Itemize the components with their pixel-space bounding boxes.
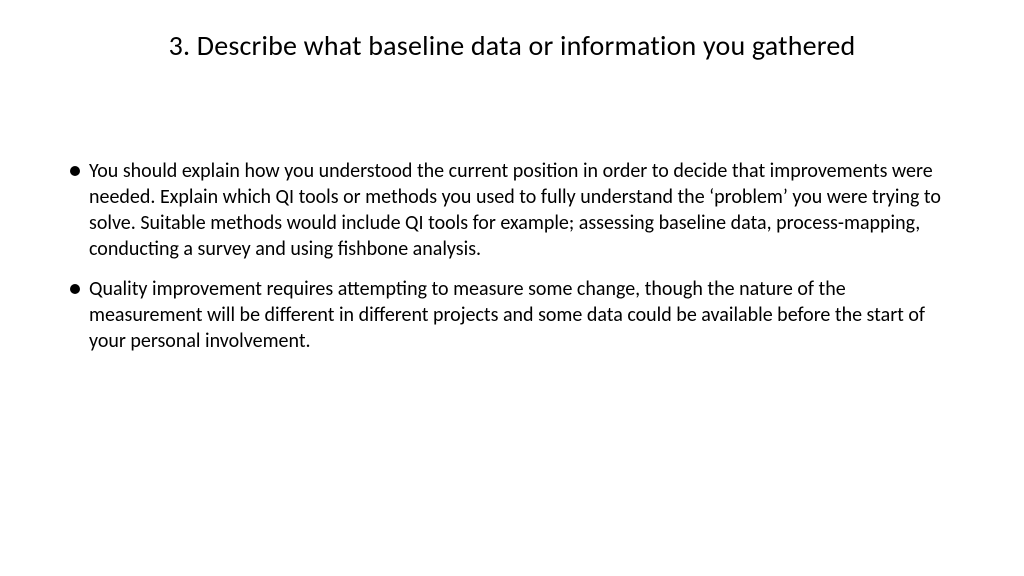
bullet-icon xyxy=(70,166,80,176)
bullet-text: Quality improvement requires attempting … xyxy=(89,276,956,354)
bullet-icon xyxy=(70,284,80,294)
list-item: Quality improvement requires attempting … xyxy=(68,276,956,354)
slide-title: 3. Describe what baseline data or inform… xyxy=(58,28,966,63)
list-item: You should explain how you understood th… xyxy=(68,158,956,262)
bullet-list: You should explain how you understood th… xyxy=(68,158,956,354)
slide-content: You should explain how you understood th… xyxy=(58,158,966,354)
bullet-text: You should explain how you understood th… xyxy=(89,158,956,262)
